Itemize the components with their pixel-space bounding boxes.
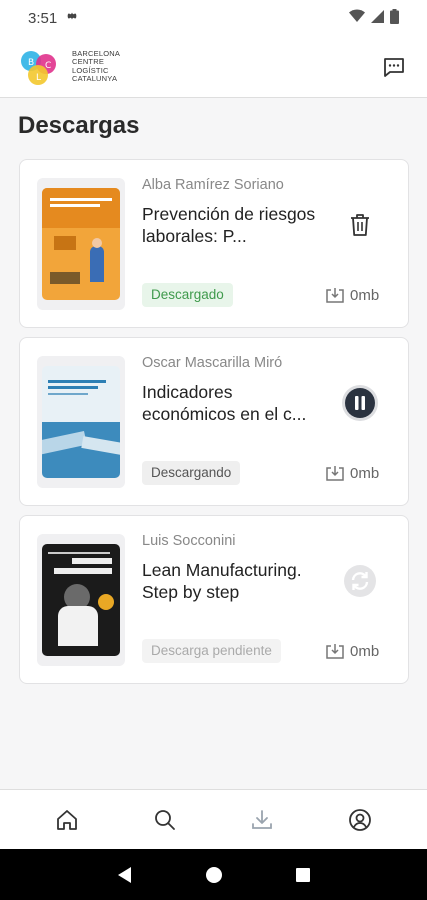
download-card[interactable]: Oscar Mascarilla Miró Indicadores económ… xyxy=(19,337,409,506)
nav-home[interactable] xyxy=(47,800,87,840)
trash-icon xyxy=(351,214,369,236)
sync-button[interactable] xyxy=(341,562,379,600)
download-size-icon xyxy=(326,644,344,659)
system-home-button[interactable] xyxy=(199,860,229,890)
cellular-signal-icon xyxy=(371,9,384,27)
home-circle-icon xyxy=(205,866,222,883)
status-time: 3:51 xyxy=(28,9,58,27)
page-title: Descargas xyxy=(18,112,140,139)
book-cover-image xyxy=(42,366,120,478)
book-cover-frame xyxy=(37,356,125,488)
file-size: 0mb xyxy=(325,286,379,304)
battery-icon xyxy=(390,8,399,28)
book-title: Prevención de riesgos laborales: P... xyxy=(142,204,316,246)
nav-profile[interactable] xyxy=(340,800,380,840)
system-recents-button[interactable] xyxy=(288,860,318,890)
file-size: 0mb xyxy=(325,464,379,482)
profile-icon xyxy=(349,808,372,831)
app-header: B C L BARCELONA CENTRE LOGÍSTIC CATALUNY… xyxy=(0,36,427,98)
book-cover-image xyxy=(42,188,120,300)
logo-line: CATALUNYA xyxy=(72,74,118,83)
nav-downloads[interactable] xyxy=(242,800,282,840)
download-icon xyxy=(252,809,273,829)
download-card[interactable]: Alba Ramírez Soriano Prevención de riesg… xyxy=(19,159,409,328)
svg-text:B: B xyxy=(28,58,34,68)
logo-mark-icon: B C L xyxy=(21,50,56,85)
delete-button[interactable] xyxy=(341,206,379,244)
book-title: Indicadores económicos en el c... xyxy=(142,382,307,424)
download-size-icon xyxy=(326,466,344,481)
sync-icon xyxy=(344,565,376,597)
svg-text:C: C xyxy=(45,61,51,71)
bottom-navigation xyxy=(0,789,427,849)
search-icon xyxy=(154,809,175,830)
logo-text: BARCELONA CENTRE LOGÍSTIC CATALUNYA xyxy=(72,49,120,84)
book-author: Alba Ramírez Soriano xyxy=(142,177,284,193)
file-size-value: 0mb xyxy=(350,642,380,660)
chat-icon xyxy=(384,57,404,77)
book-cover-image xyxy=(42,544,120,656)
book-title: Lean Manufacturing. Step by step xyxy=(142,560,302,602)
wifi-icon xyxy=(349,9,365,27)
home-icon xyxy=(56,809,77,830)
pause-button[interactable] xyxy=(341,384,379,422)
chat-button[interactable] xyxy=(379,52,409,82)
system-navigation-bar xyxy=(0,849,427,900)
status-bar: 3:51 xyxy=(0,0,427,36)
status-badge: Descarga pendiente xyxy=(142,639,281,663)
status-badge: Descargando xyxy=(142,461,241,485)
pause-icon xyxy=(342,385,378,421)
file-size: 0mb xyxy=(325,642,379,660)
app-logo: B C L BARCELONA CENTRE LOGÍSTIC CATALUNY… xyxy=(18,47,120,87)
download-size-icon xyxy=(326,288,344,303)
book-author: Luis Socconini xyxy=(142,533,236,549)
book-cover-frame xyxy=(37,534,125,666)
recents-icon xyxy=(295,867,310,882)
file-size-value: 0mb xyxy=(350,464,380,482)
download-card[interactable]: Luis Socconini Lean Manufacturing. Step … xyxy=(19,515,409,684)
book-author: Oscar Mascarilla Miró xyxy=(142,355,283,371)
back-icon xyxy=(117,866,131,883)
book-cover-frame xyxy=(37,178,125,310)
system-back-button[interactable] xyxy=(110,860,140,890)
file-size-value: 0mb xyxy=(350,286,380,304)
nav-search[interactable] xyxy=(145,800,185,840)
svg-text:L: L xyxy=(36,73,41,83)
status-badge: Descargado xyxy=(142,283,233,307)
settings-status-icon xyxy=(65,9,79,27)
